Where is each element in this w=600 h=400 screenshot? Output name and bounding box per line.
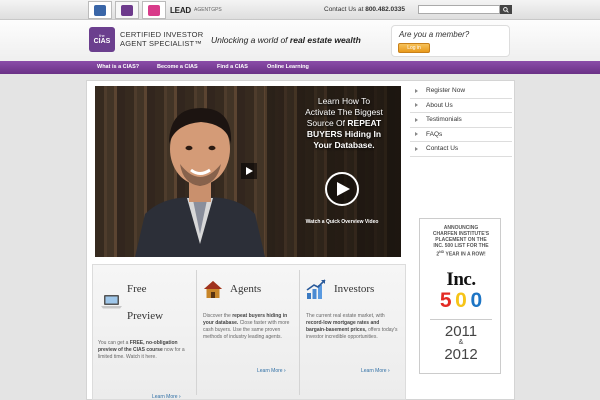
- contact-prefix: Contact Us at: [324, 6, 364, 13]
- watch-video-link[interactable]: Watch a Quick Overview Video: [290, 219, 394, 225]
- play-video-button[interactable]: [325, 172, 359, 206]
- feature-body-free-preview: You can get a FREE, no-obligation previe…: [98, 340, 190, 361]
- hero-headline: Learn How To Activate The Biggest Source…: [286, 96, 402, 151]
- sidebar-item-contact-us[interactable]: Contact Us: [410, 142, 512, 157]
- member-question: Are you a member?: [399, 30, 470, 39]
- main-nav: What is a CIAS? Become a CIAS Find a CIA…: [0, 61, 600, 74]
- play-icon: [246, 167, 253, 175]
- learn-more-link-agents[interactable]: Learn More: [257, 368, 286, 374]
- learn-more-link-investors[interactable]: Learn More: [361, 368, 390, 374]
- cias-logo[interactable]: the CIAS: [89, 27, 115, 52]
- feature-title-agents: Agents: [230, 283, 262, 295]
- digit-0-blue: 0: [470, 289, 483, 312]
- star-logo-icon: [148, 4, 160, 16]
- contact-info: Contact Us at 800.482.0335: [324, 6, 405, 13]
- play-small-button[interactable]: [241, 163, 257, 179]
- play-icon: [337, 182, 350, 196]
- award-ordinal-suffix: ND: [439, 250, 445, 254]
- growth-chart-icon: [306, 279, 326, 299]
- nav-item-what-is-cias[interactable]: What is a CIAS?: [97, 64, 139, 70]
- contact-phone[interactable]: 800.482.0335: [365, 6, 405, 13]
- laptop-icon: [101, 295, 122, 309]
- sidebar-item-testimonials[interactable]: Testimonials: [410, 113, 512, 128]
- hero-line-5-bold: Your Database.: [313, 140, 375, 150]
- feature-body-agents: Discover the repeat buyers hiding in you…: [203, 313, 293, 341]
- hero-line-1: Learn How To: [317, 96, 371, 106]
- hero-line-2: Activate The Biggest: [305, 107, 383, 117]
- learn-more-link-free-preview[interactable]: Learn More: [152, 394, 181, 400]
- member-login-box: Are you a member? Log in: [391, 25, 510, 57]
- brand-line-1: Certified Investor: [120, 30, 204, 39]
- search-input[interactable]: [418, 5, 500, 14]
- sidebar-item-label: About Us: [426, 101, 453, 109]
- feature-title-preview: Preview: [127, 310, 164, 322]
- award-announcement: Announcing Charfen Institute's placement…: [420, 225, 502, 258]
- logo-big-text: CIAS: [93, 38, 111, 45]
- search-button[interactable]: [500, 5, 512, 14]
- award-year-2: 2012: [444, 346, 478, 363]
- hero-line-5: Your Database.: [286, 140, 402, 151]
- hero-line-3-bold: REPEAT: [347, 118, 382, 128]
- cias-logo-icon: [121, 4, 133, 16]
- nav-item-become-cias[interactable]: Become a CIAS: [157, 64, 198, 70]
- award-year-1: 2011: [444, 323, 478, 340]
- brand-name: Certified Investor Agent Specialist™: [120, 30, 203, 48]
- site-header: the CIAS Certified Investor Agent Specia…: [0, 20, 600, 61]
- sidebar-item-label: FAQs: [426, 130, 443, 138]
- network-logo-tab-3[interactable]: [142, 1, 166, 19]
- feature-divider: [196, 270, 197, 395]
- sidebar-item-about-us[interactable]: About Us: [410, 99, 512, 113]
- award-line-5-rest: year in a row!: [445, 251, 486, 258]
- tagline-bold: real estate wealth: [289, 35, 361, 45]
- award-divider: [430, 319, 492, 320]
- agentgps-logo: AGENTGPS: [193, 7, 222, 13]
- award-years: 2011 & 2012: [420, 323, 502, 363]
- feature-title-free: Free: [127, 283, 147, 295]
- search-icon: [503, 6, 509, 13]
- award-line-5: 2ND year in a row!: [420, 249, 502, 258]
- feature-body-prefix: Discover the: [203, 313, 231, 319]
- hero-line-4: BUYERS Hiding In: [286, 129, 402, 140]
- feature-body-prefix: The current real estate market, with: [306, 313, 385, 319]
- lead-logo: LEAD: [170, 5, 191, 15]
- inc-500-number: 5 0 0: [438, 290, 484, 312]
- feature-title-investors: Investors: [334, 283, 375, 295]
- house-icon: [204, 281, 222, 298]
- digit-5: 5: [439, 289, 452, 312]
- site-logo-icon: [94, 4, 106, 16]
- top-bar: LEAD AGENTGPS Contact Us at 800.482.0335: [0, 0, 600, 20]
- sidebar-item-label: Testimonials: [426, 116, 462, 124]
- digit-0-yellow: 0: [455, 289, 467, 312]
- inc-500-award-badge[interactable]: Announcing Charfen Institute's placement…: [419, 218, 501, 374]
- network-logo-tab-cias[interactable]: [115, 1, 139, 19]
- inc-logo: Inc.: [446, 269, 476, 290]
- sidebar-menu: Register Now About Us Testimonials FAQs …: [410, 84, 512, 157]
- feature-body-prefix: You can get a: [98, 340, 129, 346]
- sidebar-item-faqs[interactable]: FAQs: [410, 128, 512, 142]
- network-logo-tab-lead[interactable]: LEAD AGENTGPS: [166, 1, 228, 19]
- sidebar-item-label: Contact Us: [426, 145, 459, 153]
- tagline: Unlocking a world of real estate wealth: [211, 35, 361, 45]
- tagline-prefix: Unlocking a world of: [211, 35, 288, 45]
- nav-item-online-learning[interactable]: Online Learning: [267, 64, 309, 70]
- feature-body-investors: The current real estate market, with rec…: [306, 313, 400, 341]
- sidebar-item-register-now[interactable]: Register Now: [410, 84, 512, 99]
- network-logo-tab-1[interactable]: [88, 1, 112, 19]
- hero-line-4-bold: BUYERS Hiding In: [306, 129, 382, 139]
- sidebar-item-label: Register Now: [426, 87, 466, 95]
- login-button[interactable]: Log in: [398, 43, 430, 53]
- hero-line-3: Source Of REPEAT: [286, 118, 402, 129]
- nav-item-find-cias[interactable]: Find a CIAS: [217, 64, 248, 70]
- brand-line-2: Agent Specialist™: [120, 39, 203, 48]
- hero-line-3-prefix: Source Of: [306, 118, 346, 128]
- feature-divider: [299, 270, 300, 395]
